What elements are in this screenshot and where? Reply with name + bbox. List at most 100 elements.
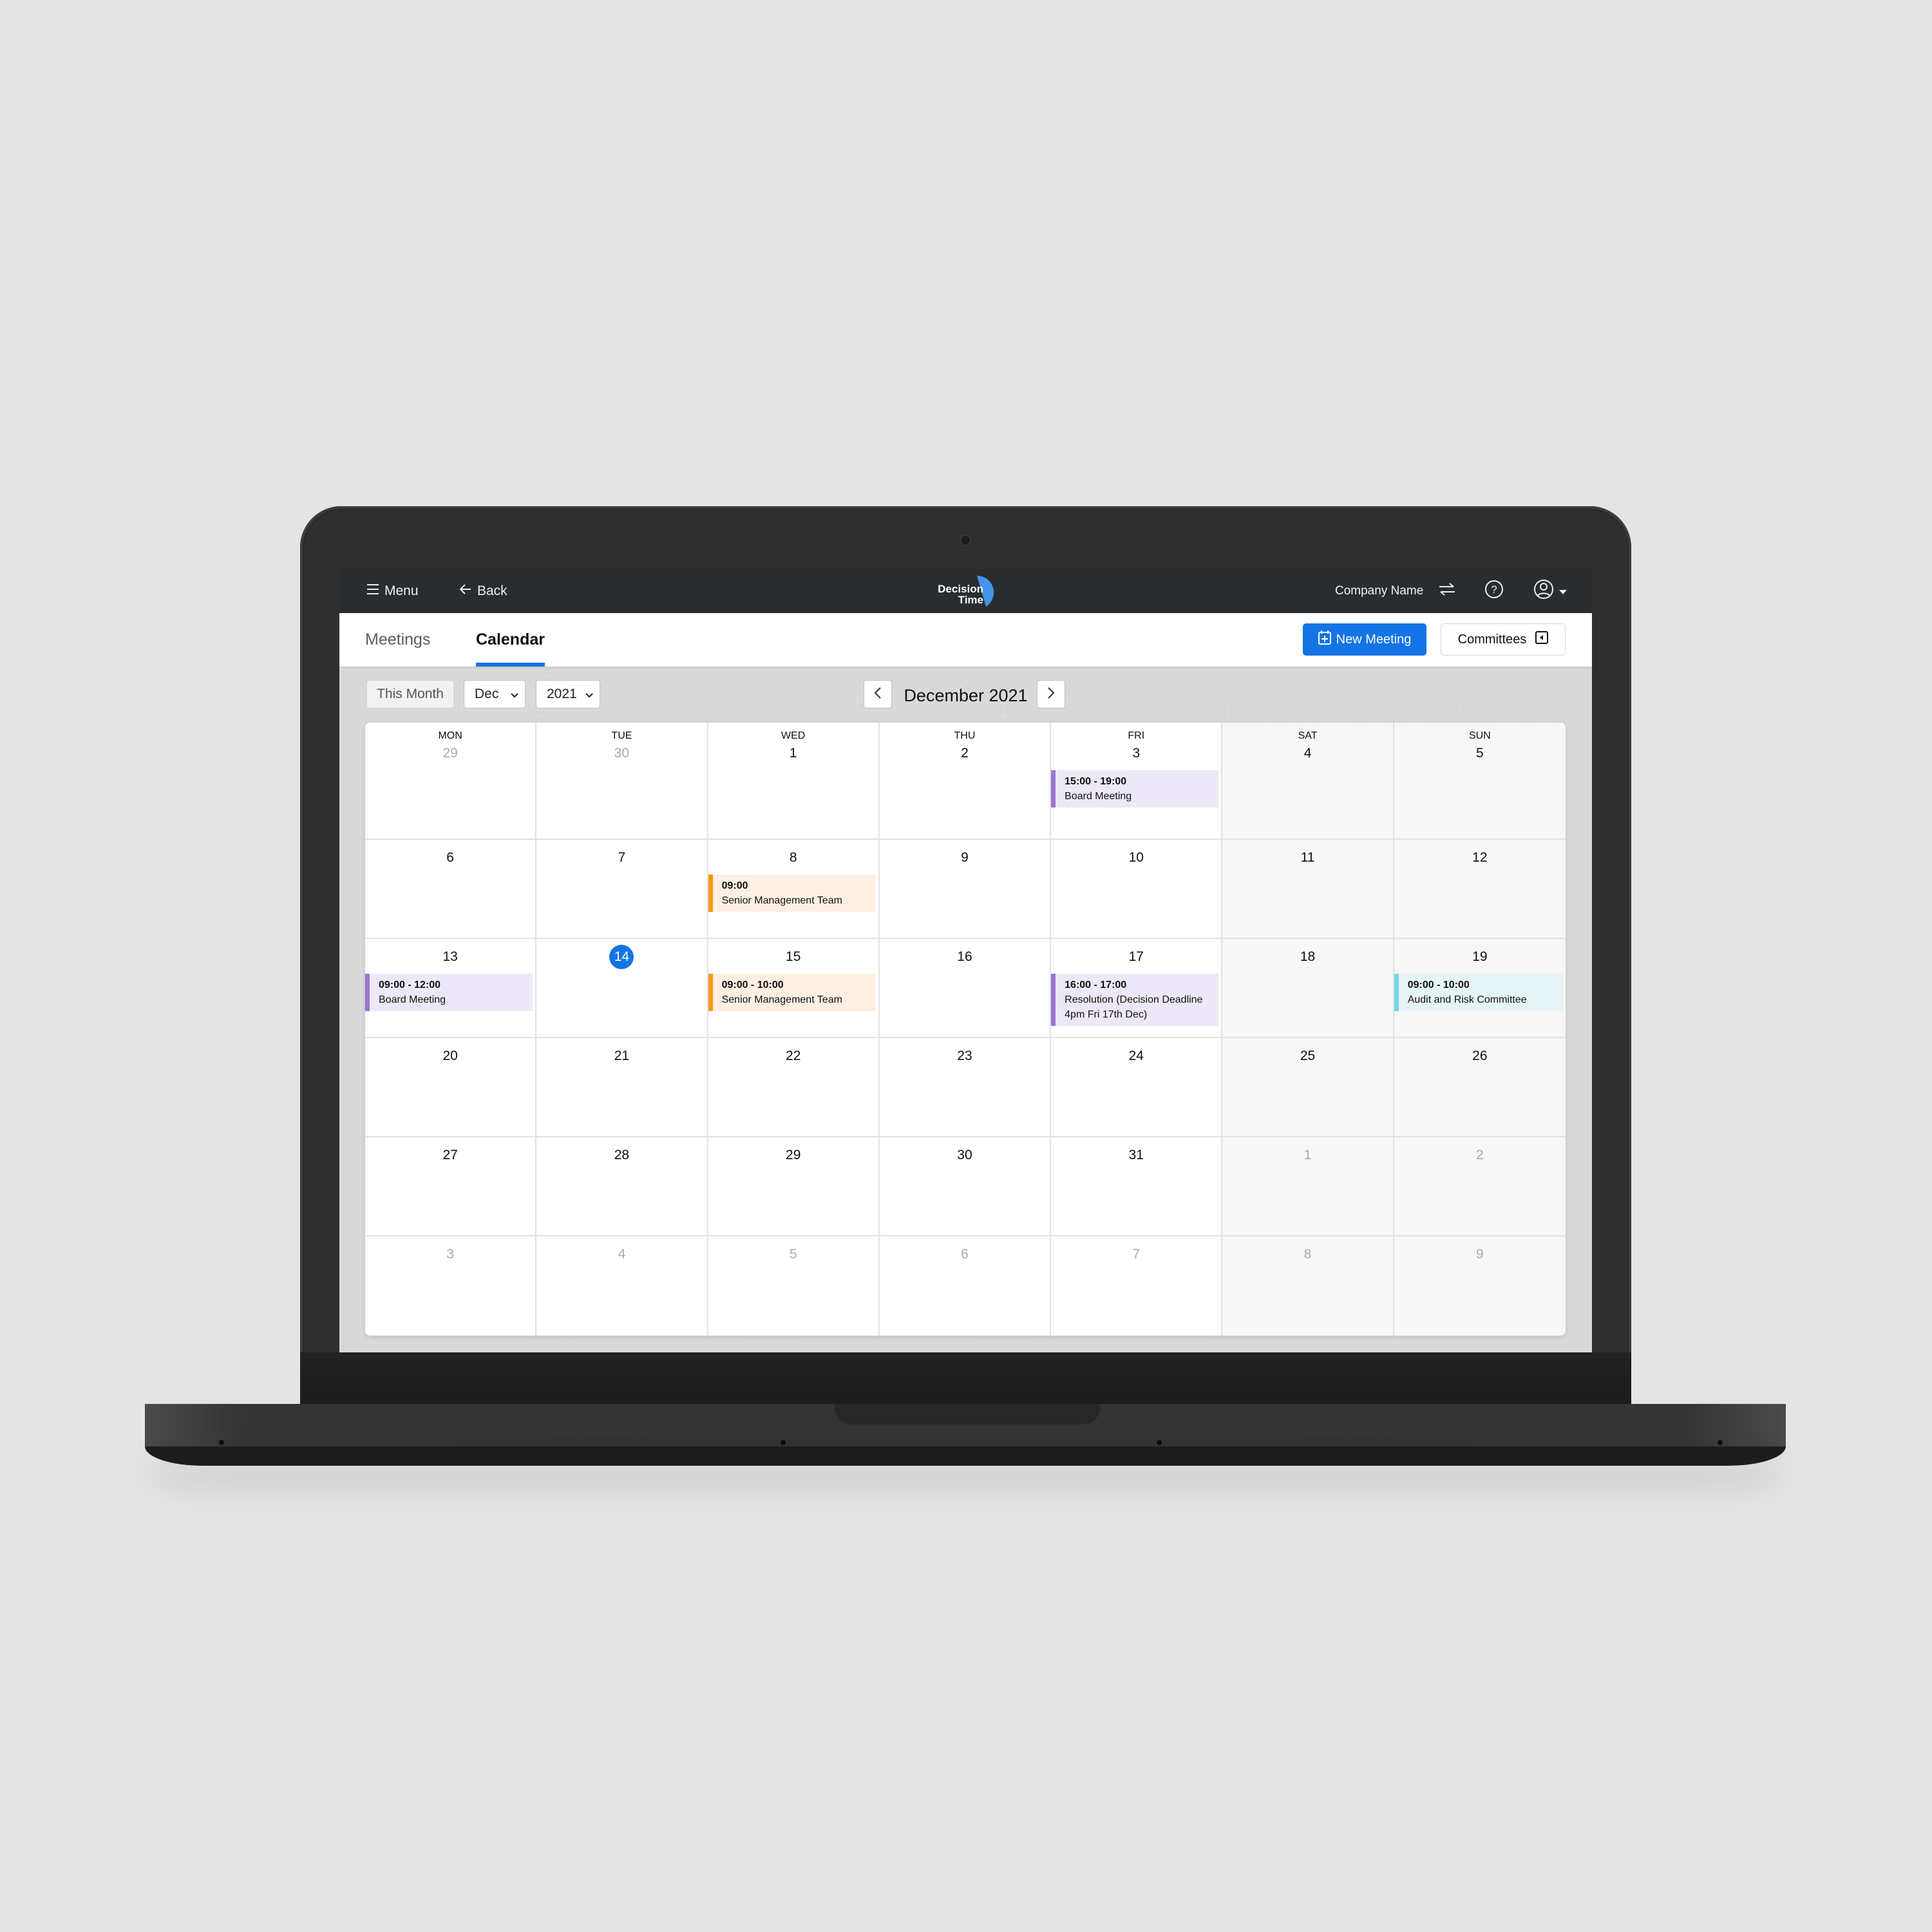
calendar-grid: MON 29 TUE 30 WED 1 THU 2 FRI 3 15:00 - 19:00 Board… <box>365 723 1566 1336</box>
event-time: 15:00 - 19:00 <box>1065 776 1127 787</box>
day-number: 25 <box>1300 1048 1316 1063</box>
company-switcher[interactable]: Company Name <box>1335 569 1457 613</box>
calendar-day-cell[interactable]: 9 <box>1394 1236 1566 1336</box>
user-circle-icon <box>1533 579 1554 603</box>
calendar-day-cell[interactable]: 17 16:00 - 17:00 Resolution (Decision Dead… <box>1051 939 1223 1038</box>
calendar-day-cell[interactable]: 25 <box>1222 1038 1394 1137</box>
tab-meetings[interactable]: Meetings <box>365 613 430 667</box>
this-month-button[interactable]: This Month <box>366 680 454 708</box>
calendar-day-cell[interactable]: 28 <box>536 1137 708 1236</box>
swap-arrows-icon <box>1437 582 1457 601</box>
collapse-panel-icon <box>1535 631 1549 648</box>
calendar-day-cell[interactable]: 13 09:00 - 12:00 Board Meeting <box>365 939 537 1038</box>
calendar-day-cell[interactable]: 27 <box>365 1137 537 1236</box>
calendar-event[interactable]: 09:00 - 10:00 Audit and Risk Committee <box>1394 974 1563 1011</box>
menu-button[interactable]: Menu <box>366 569 419 613</box>
calendar-day-cell[interactable]: MON 29 <box>365 723 537 840</box>
calendar-day-cell[interactable]: 29 <box>708 1137 880 1236</box>
calendar-day-cell[interactable]: SUN 5 <box>1394 723 1566 840</box>
calendar-day-cell[interactable]: 8 09:00 Senior Management Team <box>708 840 880 939</box>
logo-line1: Decision <box>938 583 983 595</box>
calendar-day-cell[interactable]: 24 <box>1051 1038 1223 1137</box>
calendar-day-cell[interactable]: 16 <box>879 939 1052 1038</box>
calendar-day-cell[interactable]: SAT 4 <box>1222 723 1394 840</box>
event-title: Board Meeting <box>379 994 446 1005</box>
top-bar: Menu Back Decision Time Company Name ? <box>339 569 1592 613</box>
calendar-event[interactable]: 09:00 Senior Management Team <box>708 875 876 912</box>
tab-calendar[interactable]: Calendar <box>476 613 545 667</box>
webcam <box>961 536 970 545</box>
calendar-day-cell[interactable]: 20 <box>365 1038 537 1137</box>
arrow-left-icon <box>459 583 472 600</box>
back-button[interactable]: Back <box>459 569 507 613</box>
laptop-foot <box>1718 1440 1723 1445</box>
decision-time-logo[interactable]: Decision Time <box>933 573 1010 611</box>
calendar-day-cell[interactable]: THU 2 <box>879 723 1052 840</box>
chevron-down-icon <box>511 687 518 702</box>
event-title: Senior Management Team <box>721 895 842 906</box>
year-select[interactable]: 2021 <box>536 680 600 708</box>
calendar-day-cell[interactable]: 6 <box>880 1236 1052 1336</box>
calendar-day-cell[interactable]: 31 <box>1051 1137 1223 1236</box>
logo-line2: Time <box>958 594 983 606</box>
month-title: December 2021 <box>904 685 1028 705</box>
new-meeting-button[interactable]: New Meeting <box>1303 623 1426 656</box>
weekday-header: WED <box>781 730 806 741</box>
calendar-day-cell[interactable]: 2 <box>1394 1137 1566 1236</box>
weekday-header: TUE <box>611 730 632 741</box>
calendar-day-cell[interactable]: 6 <box>365 840 537 939</box>
committees-button[interactable]: Committees <box>1441 623 1566 656</box>
calendar-day-cell[interactable]: 8 <box>1222 1236 1394 1336</box>
day-number: 30 <box>957 1148 972 1162</box>
calendar-event[interactable]: 09:00 - 12:00 Board Meeting <box>365 974 533 1011</box>
day-number: 9 <box>961 850 969 865</box>
calendar-day-cell[interactable]: 1 <box>1222 1137 1394 1236</box>
event-time: 09:00 <box>721 880 748 891</box>
calendar-event[interactable]: 09:00 - 10:00 Senior Management Team <box>708 974 876 1011</box>
month-select-value: Dec <box>475 687 499 701</box>
day-number: 2 <box>961 746 969 761</box>
calendar-day-cell[interactable]: 7 <box>536 840 708 939</box>
app-screen: Menu Back Decision Time Company Name ? M… <box>339 569 1592 1352</box>
day-number: 28 <box>614 1148 630 1162</box>
calendar-event[interactable]: 15:00 - 19:00 Board Meeting <box>1051 770 1219 808</box>
day-number: 29 <box>442 746 458 761</box>
next-month-button[interactable] <box>1037 680 1065 708</box>
calendar-day-cell[interactable]: 5 <box>708 1236 880 1336</box>
day-number: 13 <box>442 949 458 964</box>
calendar-event[interactable]: 16:00 - 17:00 Resolution (Decision Deadli… <box>1051 974 1219 1026</box>
calendar-day-cell[interactable]: 10 <box>1051 840 1223 939</box>
month-select[interactable]: Dec <box>464 680 526 708</box>
user-menu-button[interactable] <box>1533 569 1567 613</box>
calendar-day-cell[interactable]: 7 <box>1051 1236 1223 1336</box>
today-badge: 14 <box>609 945 634 969</box>
calendar-day-cell[interactable]: 26 <box>1394 1038 1566 1137</box>
calendar-day-cell[interactable]: 14 <box>536 939 708 1038</box>
calendar-day-cell[interactable]: 30 <box>879 1137 1052 1236</box>
calendar-day-cell[interactable]: 21 <box>536 1038 708 1137</box>
calendar-day-cell[interactable]: FRI 3 15:00 - 19:00 Board Meeting <box>1051 723 1223 840</box>
calendar-day-cell[interactable]: 19 09:00 - 10:00 Audit and Risk Committee <box>1394 939 1566 1038</box>
calendar-day-cell[interactable]: 22 <box>708 1038 880 1137</box>
calendar-day-cell[interactable]: 11 <box>1222 840 1394 939</box>
day-number: 1 <box>789 746 797 761</box>
day-number: 29 <box>786 1148 801 1162</box>
calendar-day-cell[interactable]: 9 <box>879 840 1052 939</box>
calendar-day-cell[interactable]: 23 <box>879 1038 1052 1137</box>
laptop-bezel-bottom <box>300 1352 1631 1405</box>
day-number: 15 <box>786 949 801 964</box>
calendar-day-cell[interactable]: 3 <box>365 1236 537 1336</box>
calendar-day-cell[interactable]: 12 <box>1394 840 1566 939</box>
laptop-foot <box>1157 1440 1162 1445</box>
calendar-day-cell[interactable]: 18 <box>1222 939 1394 1038</box>
prev-month-button[interactable] <box>864 680 892 708</box>
company-name: Company Name <box>1335 584 1424 598</box>
calendar-day-cell[interactable]: WED 1 <box>708 723 880 840</box>
calendar-day-cell[interactable]: 4 <box>536 1236 708 1336</box>
day-number: 6 <box>961 1247 969 1262</box>
day-number: 9 <box>1476 1247 1484 1262</box>
day-number: 8 <box>789 850 797 865</box>
calendar-day-cell[interactable]: TUE 30 <box>536 723 708 840</box>
calendar-day-cell[interactable]: 15 09:00 - 10:00 Senior Management Team <box>708 939 880 1038</box>
help-button[interactable]: ? <box>1484 569 1504 613</box>
